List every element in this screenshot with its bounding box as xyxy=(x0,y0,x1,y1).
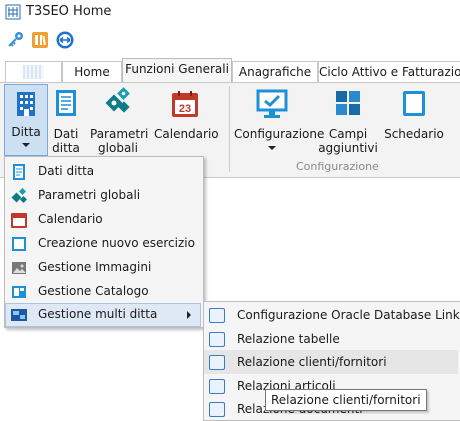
ditta-label: Ditta xyxy=(11,125,41,139)
chevron-down-icon xyxy=(268,146,276,150)
ribbon-group-label: Configurazione xyxy=(296,160,379,173)
configurazione-button[interactable]: Configurazione xyxy=(234,84,324,154)
ditta-button[interactable]: Ditta xyxy=(4,84,48,156)
gears-icon xyxy=(103,87,133,117)
app-icon xyxy=(5,4,21,20)
remote-support-icon[interactable] xyxy=(55,30,75,50)
tab-anagrafiche[interactable]: Anagrafiche xyxy=(232,61,318,82)
tab-home[interactable]: Home xyxy=(62,61,122,82)
dati-ditta-button[interactable]: Dati ditta xyxy=(48,84,84,155)
logo-placeholder-icon xyxy=(23,65,43,79)
svg-text:23: 23 xyxy=(179,103,191,115)
tab-logo[interactable] xyxy=(5,61,62,82)
calendar-icon: 23 xyxy=(171,90,199,118)
campi-aggiuntivi-button[interactable]: Campi aggiuntivi xyxy=(316,84,380,155)
menu-item-gestione-catalogo[interactable]: Gestione Catalogo xyxy=(5,280,201,304)
schedario-button[interactable]: Schedario xyxy=(384,84,444,154)
menu-item-parametri-globali[interactable]: Parametri globali xyxy=(5,184,201,208)
window-icon xyxy=(209,332,225,347)
menu-item-gestione-multi-ditta[interactable]: Gestione multi ditta xyxy=(5,303,201,327)
calendar-icon xyxy=(11,212,27,228)
calendario-button[interactable]: 23 Calendario xyxy=(154,84,219,154)
window-icon xyxy=(209,402,225,417)
menu-item-creazione-nuovo-esercizio[interactable]: Creazione nuovo esercizio xyxy=(5,232,201,256)
title-bar: T3SEO Home xyxy=(0,0,460,24)
window-title: T3SEO Home xyxy=(26,4,112,19)
gears-icon xyxy=(11,187,28,204)
window-icon xyxy=(209,379,225,394)
document-icon xyxy=(11,164,27,180)
monitor-check-icon xyxy=(256,89,288,119)
image-icon xyxy=(11,260,27,276)
document-icon xyxy=(53,89,79,117)
tab-ciclo-attivo[interactable]: Ciclo Attivo e Fatturazione xyxy=(318,61,460,82)
tab-funzioni-generali[interactable]: Funzioni Generali xyxy=(122,58,232,83)
submenu-item-relazione-clienti-fornitori[interactable]: Relazione clienti/fornitori xyxy=(204,350,458,374)
new-year-icon xyxy=(11,236,27,252)
menu-item-dati-ditta[interactable]: Dati ditta xyxy=(5,160,201,184)
tooltip: Relazione clienti/fornitori xyxy=(265,389,427,411)
building-icon xyxy=(14,90,38,118)
key-icon[interactable] xyxy=(5,30,25,50)
window-icon xyxy=(209,355,225,370)
submenu-item-relazione-tabelle[interactable]: Relazione tabelle xyxy=(204,327,458,351)
submenu-item-oracle-db-link[interactable]: Configurazione Oracle Database Link xyxy=(204,303,460,327)
menu-item-gestione-immagini[interactable]: Gestione Immagini xyxy=(5,256,201,280)
catalog-icon xyxy=(11,284,27,300)
window-icon xyxy=(209,308,225,323)
grid-plus-icon xyxy=(334,89,362,117)
menu-item-calendario[interactable]: Calendario xyxy=(5,208,201,232)
multi-company-icon xyxy=(11,307,27,323)
chevron-down-icon xyxy=(22,143,30,147)
ribbon-separator xyxy=(229,86,230,172)
card-file-icon xyxy=(400,89,428,117)
parametri-globali-button[interactable]: Parametri globali xyxy=(90,84,148,155)
books-icon[interactable] xyxy=(30,30,50,50)
chevron-right-icon xyxy=(187,311,191,319)
